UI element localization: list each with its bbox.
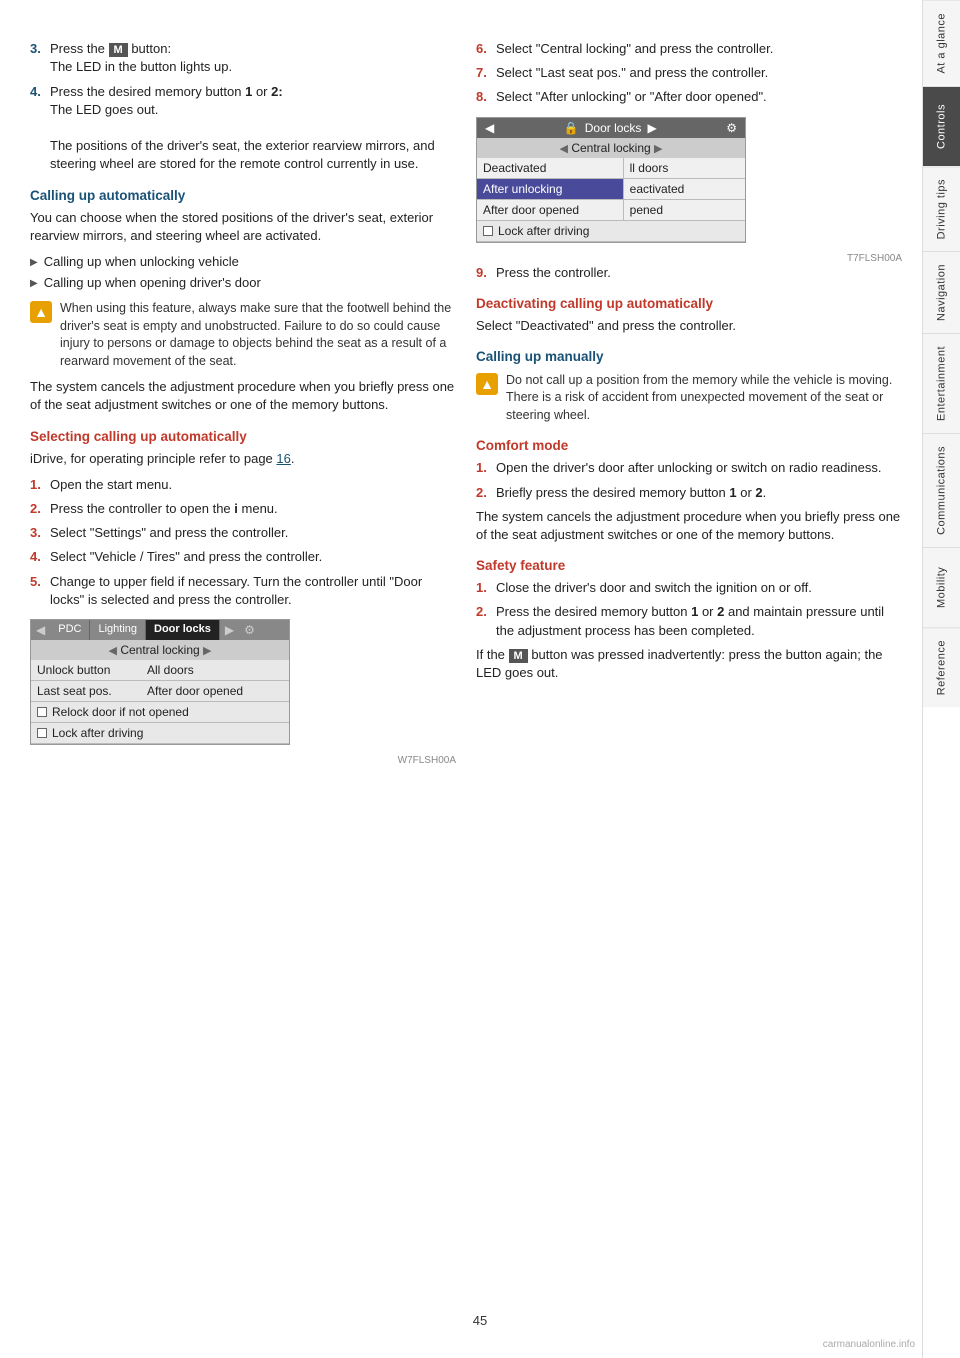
ui-values-col: ll doors eactivated pened [624,158,745,221]
bullet-arrow-icon: ▶ [30,277,38,291]
m-button-safety: M [509,649,528,663]
sidebar-tab-navigation[interactable]: Navigation [923,251,960,333]
ui-checkbox-lock: Lock after driving [31,723,289,744]
door-locks-ui-left: ◀ PDC Lighting Door locks ▶ ⚙ ◀ Central … [30,619,290,745]
ui-row-lastseat: Last seat pos. After door opened [31,681,289,702]
ui-checkbox-lockdriving: Lock after driving [477,221,745,242]
ui-row-unlock: Unlock button All doors [31,660,289,681]
warning-box-1: ▲ When using this feature, always make s… [30,300,456,370]
warning-icon: ▲ [30,301,52,323]
sidebar-tab-at-a-glance[interactable]: At a glance [923,0,960,86]
checkbox-icon [37,707,47,717]
door-icon: 🔒 [564,121,579,135]
step-6: 6. Select "Central locking" and press th… [476,40,902,58]
warning-icon-2: ▲ [476,373,498,395]
step-8: 8. Select "After unlocking" or "After do… [476,88,902,106]
step-3b: 3. Select "Settings" and press the contr… [30,524,456,542]
ui-rows-left: Unlock button All doors Last seat pos. A… [31,660,289,744]
sidebar-tab-communications[interactable]: Communications [923,433,960,547]
ui-value-0: ll doors [624,158,745,179]
sidebar-tab-driving-tips[interactable]: Driving tips [923,166,960,251]
bullet-item: ▶ Calling up when opening driver's door [30,274,456,292]
step-9: 9. Press the controller. [476,264,902,282]
ui-option-deactivated: Deactivated [477,158,623,179]
step-9-list: 9. Press the controller. [476,264,902,282]
door-locks-ui-right: ◀ 🔒 Door locks ▶ ⚙ ◀ Central locking ▶ D… [476,117,746,243]
settings-icon: ⚙ [726,121,737,135]
calling-up-bullets: ▶ Calling up when unlocking vehicle ▶ Ca… [30,253,456,292]
ui-content-area: Deactivated After unlocking After door o… [477,158,745,221]
step-1: 1. Open the start menu. [30,476,456,494]
deactivating-text: Select "Deactivated" and press the contr… [476,317,902,335]
step-4: 4. Press the desired memory button 1 or … [30,83,456,174]
sidebar-tab-controls[interactable]: Controls [923,86,960,166]
image-caption-right: T7FLSH00A [476,253,902,264]
step-5: 5. Change to upper field if necessary. T… [30,573,456,609]
safety-heading: Safety feature [476,558,902,573]
sidebar-tab-mobility[interactable]: Mobility [923,547,960,627]
ui-value-1: eactivated [624,179,745,200]
ui-options-col: Deactivated After unlocking After door o… [477,158,624,221]
step-2: 2. Press the controller to open the i me… [30,500,456,518]
ui-checkbox-relock: Relock door if not opened [31,702,289,723]
ui-header-right: ◀ 🔒 Door locks ▶ ⚙ [477,118,745,138]
step-3: 3. Press the M button: The LED in the bu… [30,40,456,77]
comfort-heading: Comfort mode [476,438,902,453]
system-cancel-text: The system cancels the adjustment proced… [30,378,456,414]
comfort-steps: 1. Open the driver's door after unlockin… [476,459,902,501]
page-number: 45 [473,1313,487,1328]
ui-submenu-right: ◀ Central locking ▶ [477,138,745,158]
ui-option-afterunlocking: After unlocking [477,179,623,200]
warning-text-1: When using this feature, always make sur… [60,300,456,370]
safety-steps: 1. Close the driver's door and switch th… [476,579,902,640]
ui-tabs-bar: ◀ PDC Lighting Door locks ▶ ⚙ [31,620,289,640]
calling-up-heading: Calling up automatically [30,188,456,203]
ui-tab-pdc: PDC [50,620,90,640]
calling-up-text: You can choose when the stored positions… [30,209,456,245]
safety-step-1: 1. Close the driver's door and switch th… [476,579,902,597]
right-steps-6-8: 6. Select "Central locking" and press th… [476,40,902,107]
sidebar-tab-reference[interactable]: Reference [923,627,960,707]
selecting-steps: 1. Open the start menu. 2. Press the con… [30,476,456,609]
m-button-label: M [109,43,128,57]
comfort-step-1: 1. Open the driver's door after unlockin… [476,459,902,477]
watermark: carmanualonline.info [823,1339,915,1350]
checkbox-icon [37,728,47,738]
ui-value-2: pened [624,200,745,221]
step-7: 7. Select "Last seat pos." and press the… [476,64,902,82]
comfort-system-text: The system cancels the adjustment proced… [476,508,902,544]
bullet-arrow-icon: ▶ [30,256,38,270]
ui-option-afterdoor: After door opened [477,200,623,221]
sidebar-tab-entertainment[interactable]: Entertainment [923,333,960,433]
right-sidebar: At a glance Controls Driving tips Naviga… [922,0,960,1358]
safety-note: If the M button was pressed inadvertentl… [476,646,902,683]
warning-box-2: ▲ Do not call up a position from the mem… [476,372,902,425]
comfort-step-2: 2. Briefly press the desired memory butt… [476,484,902,502]
calling-manually-heading: Calling up manually [476,349,902,364]
selecting-heading: Selecting calling up automatically [30,429,456,444]
step-4b: 4. Select "Vehicle / Tires" and press th… [30,548,456,566]
deactivating-heading: Deactivating calling up automatically [476,296,902,311]
ui-submenu-left: ◀ Central locking ▶ [31,640,289,660]
warning-text-2: Do not call up a position from the memor… [506,372,902,425]
checkbox-icon [483,226,493,236]
ui-tab-lighting: Lighting [90,620,146,640]
image-caption-left: W7FLSH00A [30,755,456,766]
bullet-item: ▶ Calling up when unlocking vehicle [30,253,456,271]
idrive-text: iDrive, for operating principle refer to… [30,450,456,468]
gear-icon: ⚙ [239,620,260,640]
ui-tab-doorlocks: Door locks [146,620,220,640]
safety-step-2: 2. Press the desired memory button 1 or … [476,603,902,639]
